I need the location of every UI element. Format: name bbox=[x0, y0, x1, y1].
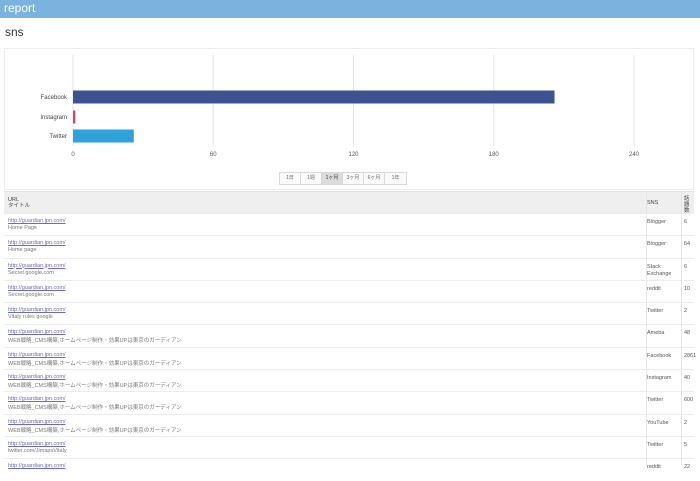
table-row: http://guardian.jpn.com/reddit 22 bbox=[4, 458, 694, 480]
row-url-link[interactable]: http://guardian.jpn.com/ bbox=[8, 218, 65, 224]
row-sns: Stack Exchange bbox=[647, 263, 672, 277]
category-label: Instagram bbox=[40, 115, 67, 121]
row-sns: reddit bbox=[647, 464, 661, 471]
row-url-link[interactable]: http://guardian.jpn.com/ bbox=[8, 352, 65, 358]
column-divider bbox=[646, 191, 647, 465]
top-bar: report bbox=[0, 0, 700, 18]
header-title: タイトル bbox=[8, 203, 31, 209]
row-title: WEB戦略_CMS構築,ホームページ制作・効果UPは東京のガーディアン bbox=[8, 427, 182, 434]
row-url-link[interactable]: http://guardian.jpn.com/ bbox=[8, 441, 65, 447]
row-url-link[interactable]: http://guardian.jpn.com/ bbox=[8, 419, 65, 425]
row-title: Secret.google.com bbox=[8, 291, 54, 298]
table-header: URL タイトル SNS 話題数 bbox=[4, 191, 694, 214]
row-title: WEB戦略_CMS構築,ホームページ制作・効果UPは東京のガーディアン bbox=[8, 405, 182, 412]
row-url-link[interactable]: http://guardian.jpn.com/ bbox=[8, 307, 65, 313]
row-title: Home Page bbox=[8, 225, 38, 231]
row-url-link[interactable]: http://guardian.jpn.com/ bbox=[8, 263, 65, 269]
row-title: WEB戦略_CMS構築,ホームページ制作・効果UPは東京のガーディアン bbox=[8, 360, 182, 367]
row-url-link[interactable]: http://guardian.jpn.com/ bbox=[8, 329, 65, 335]
row-url-link[interactable]: http://guardian.jpn.com/ bbox=[8, 396, 65, 402]
table-row: http://guardian.jpn.com/Vitaly rules goo… bbox=[4, 302, 694, 324]
table-body: http://guardian.jpn.com/Home Page Blogger… bbox=[4, 213, 697, 481]
table-row: http://guardian.jpn.com/WEB戦略_CMS構築,ホームペ… bbox=[4, 391, 694, 413]
table-row: http://guardian.jpn.com/twitter.com/Jima… bbox=[4, 435, 694, 458]
row-count: 40 bbox=[684, 375, 691, 382]
row-title: Vitaly rules google bbox=[8, 314, 53, 321]
x-tick-label: 0 bbox=[71, 152, 75, 158]
bar-twitter bbox=[73, 129, 134, 143]
header-sns: SNS bbox=[647, 200, 659, 206]
row-count: 22 bbox=[684, 464, 691, 471]
table-row: http://guardian.jpn.com/Secret.google.co… bbox=[4, 257, 694, 280]
table-row: http://guardian.jpn.com/WEB戦略_CMS構築,ホームペ… bbox=[4, 413, 694, 436]
table-row: http://guardian.jpn.com/Secret.google.co… bbox=[4, 279, 694, 302]
x-tick-label: 120 bbox=[348, 152, 359, 158]
table-row: http://guardian.jpn.com/Home Page Blogger… bbox=[4, 213, 694, 235]
row-sns: Twitter bbox=[647, 308, 664, 315]
row-url-link[interactable]: http://guardian.jpn.com/ bbox=[8, 285, 65, 291]
header-count: 話題数 bbox=[684, 196, 690, 214]
bar-instagram bbox=[73, 110, 76, 124]
row-title: WEB戦略_CMS構築,ホームページ制作・効果UPは東京のガーディアン bbox=[8, 383, 182, 390]
range-button-2[interactable]: 1ヶ月 bbox=[322, 173, 343, 184]
row-sns: Blogger bbox=[647, 241, 666, 248]
range-selector: 1日 1週 1ヶ月 3ヶ月 6ヶ月 1年 bbox=[279, 172, 407, 185]
row-count: 2 bbox=[684, 419, 688, 426]
table-row: http://guardian.jpn.com/Home page Blogger… bbox=[4, 235, 694, 257]
sns-table: URL タイトル SNS 話題数 http://guardian.jpn.com… bbox=[4, 191, 697, 481]
x-tick-label: 240 bbox=[629, 152, 640, 158]
range-button-1[interactable]: 1週 bbox=[301, 173, 322, 184]
row-title: WEB戦略_CMS構築,ホームページ制作・効果UPは東京のガーディアン bbox=[8, 338, 182, 345]
table-row: http://guardian.jpn.com/WEB戦略_CMS構築,ホームペ… bbox=[4, 369, 694, 391]
row-count: 5 bbox=[684, 441, 688, 448]
row-sns: Twitter bbox=[647, 441, 664, 448]
bar-facebook bbox=[73, 90, 555, 104]
table-row: http://guardian.jpn.com/WEB戦略_CMS構築,ホームペ… bbox=[4, 346, 697, 369]
chart-panel: 0 60 120 180 240 Facebook Instagram Twitter bbox=[4, 48, 694, 190]
row-sns: reddit bbox=[647, 285, 661, 292]
row-sns: Ameba bbox=[647, 330, 665, 337]
x-tick-label: 60 bbox=[210, 152, 217, 158]
row-title: Home page bbox=[8, 247, 37, 254]
range-button-3[interactable]: 3ヶ月 bbox=[343, 173, 364, 184]
row-sns: Instagram bbox=[647, 375, 672, 382]
row-sns: Blogger bbox=[647, 219, 666, 225]
row-count: 2861 bbox=[684, 352, 697, 359]
row-url-link[interactable]: http://guardian.jpn.com/ bbox=[8, 463, 65, 469]
row-count: 48 bbox=[684, 330, 691, 337]
section-title: sns bbox=[5, 25, 24, 39]
sns-bar-chart: 0 60 120 180 240 Facebook Instagram Twitter bbox=[40, 55, 640, 158]
column-divider bbox=[681, 191, 682, 465]
row-sns: Facebook bbox=[647, 352, 672, 359]
range-button-0[interactable]: 1日 bbox=[280, 173, 301, 184]
row-url-link[interactable]: http://guardian.jpn.com/ bbox=[8, 374, 65, 380]
row-count: 6 bbox=[684, 219, 688, 225]
row-url-link[interactable]: http://guardian.jpn.com/ bbox=[8, 240, 65, 246]
row-sns: YouTube bbox=[647, 419, 669, 426]
app-title: report bbox=[4, 1, 36, 15]
row-title: twitter.com/JimapsVitaly bbox=[8, 447, 67, 454]
row-count: 6 bbox=[684, 263, 688, 270]
row-count: 64 bbox=[684, 241, 691, 248]
range-button-5[interactable]: 1年 bbox=[385, 173, 406, 184]
row-count: 2 bbox=[684, 308, 688, 315]
row-sns: Twitter bbox=[647, 397, 664, 404]
category-label: Twitter bbox=[49, 134, 67, 140]
x-tick-label: 180 bbox=[489, 152, 500, 158]
row-count: 10 bbox=[684, 285, 691, 292]
category-label: Facebook bbox=[41, 95, 68, 101]
row-title: Secret.google.com bbox=[8, 269, 54, 276]
row-count: 600 bbox=[684, 397, 694, 404]
range-button-4[interactable]: 6ヶ月 bbox=[364, 173, 385, 184]
table-row: http://guardian.jpn.com/WEB戦略_CMS構築,ホームペ… bbox=[4, 324, 694, 346]
